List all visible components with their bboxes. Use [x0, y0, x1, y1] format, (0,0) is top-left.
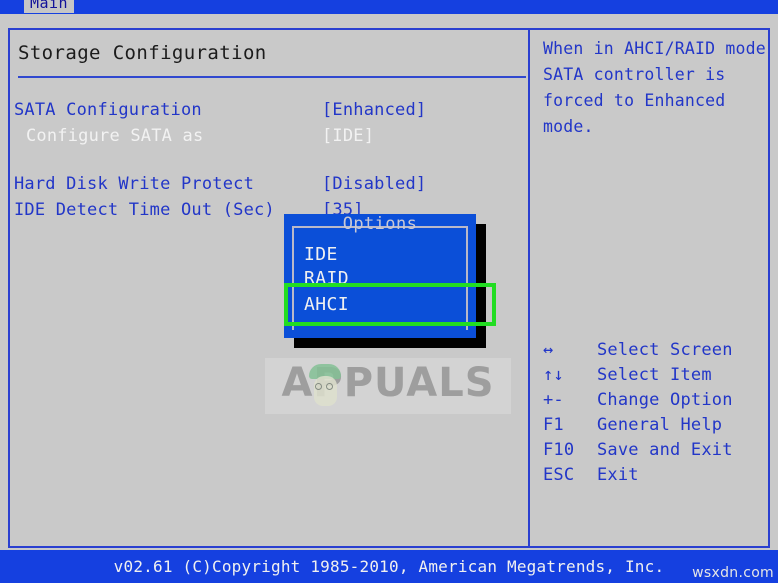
help-pane: When in AHCI/RAID mode SATA controller i…: [543, 36, 771, 140]
f10-key-icon: F10: [543, 440, 575, 460]
setting-value[interactable]: [Disabled]: [322, 174, 426, 194]
legend-row-save-and-exit: F10 Save and Exit: [543, 440, 773, 465]
page-title: Storage Configuration: [18, 42, 267, 64]
legend-row-select-screen: ↔ Select Screen: [543, 340, 773, 365]
legend-row-change-option: +- Change Option: [543, 390, 773, 415]
dialog-title: Options: [342, 214, 418, 234]
setting-label: IDE Detect Time Out (Sec): [14, 200, 275, 220]
help-text: When in AHCI/RAID mode SATA controller i…: [543, 39, 766, 136]
legend-label: Select Item: [597, 365, 712, 385]
legend-label: Save and Exit: [597, 440, 733, 460]
annotation-highlight-ahci: [284, 283, 496, 326]
plus-minus-icon: +-: [543, 390, 564, 410]
legend-label: Select Screen: [597, 340, 733, 360]
mascot-head: [314, 376, 337, 406]
menu-bar: Main: [0, 0, 778, 14]
title-divider: [18, 76, 526, 78]
bios-setup-screen: Main Storage Configuration SATA Configur…: [0, 0, 778, 583]
legend-row-select-item: ↑↓ Select Item: [543, 365, 773, 390]
legend-label: General Help: [597, 415, 723, 435]
appuals-watermark: APPUALS: [265, 358, 511, 414]
setting-label: Hard Disk Write Protect: [14, 174, 255, 194]
pane-divider: [528, 28, 530, 548]
footer-copyright: v02.61 (C)Copyright 1985-2010, American …: [113, 557, 665, 576]
setting-label: Configure SATA as: [26, 126, 204, 146]
footer-bar: v02.61 (C)Copyright 1985-2010, American …: [0, 550, 778, 583]
appuals-mascot-icon: [309, 364, 343, 410]
tab-main[interactable]: Main: [24, 0, 74, 13]
setting-label: SATA Configuration: [14, 100, 202, 120]
site-watermark: wsxdn.com: [692, 565, 774, 581]
legend-label: Exit: [597, 465, 639, 485]
mascot-eye-left: [315, 383, 322, 390]
up-down-arrow-icon: ↑↓: [543, 365, 564, 385]
dialog-option-ide[interactable]: IDE: [304, 244, 338, 265]
key-legend: ↔ Select Screen ↑↓ Select Item +- Change…: [543, 340, 773, 490]
legend-label: Change Option: [597, 390, 733, 410]
legend-row-exit: ESC Exit: [543, 465, 773, 490]
appuals-watermark-text: APPUALS: [281, 360, 495, 406]
setting-value[interactable]: [IDE]: [322, 126, 374, 146]
esc-key-icon: ESC: [543, 465, 575, 485]
mascot-eye-right: [326, 383, 333, 390]
f1-key-icon: F1: [543, 415, 564, 435]
legend-row-general-help: F1 General Help: [543, 415, 773, 440]
setting-value[interactable]: [Enhanced]: [322, 100, 426, 120]
left-right-arrow-icon: ↔: [543, 340, 554, 360]
